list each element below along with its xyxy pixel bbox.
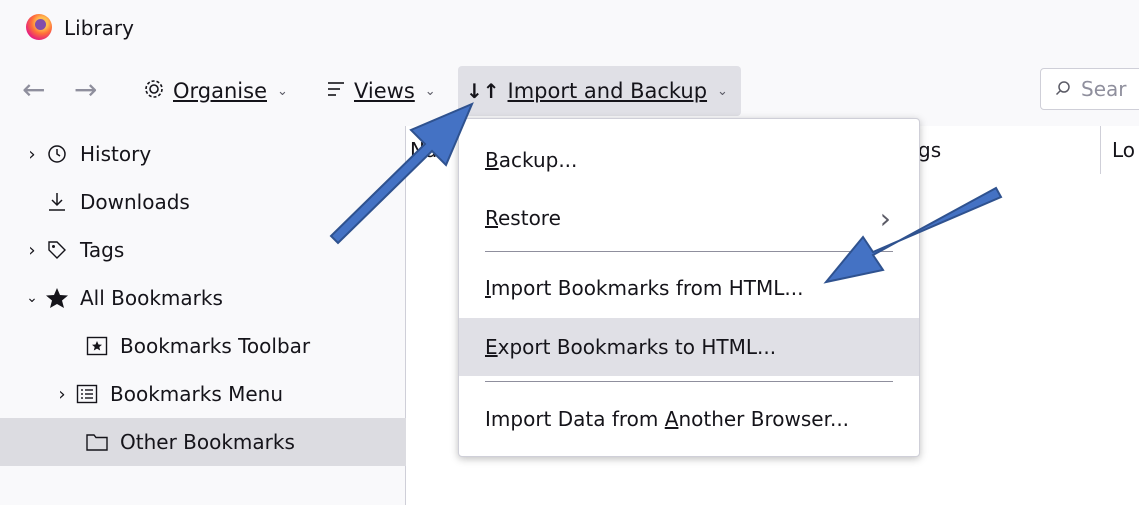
annotation-arrow-toolbar [329, 102, 474, 245]
annotation-arrow-menu-item [823, 186, 1003, 284]
annotation-arrows [329, 102, 1003, 284]
